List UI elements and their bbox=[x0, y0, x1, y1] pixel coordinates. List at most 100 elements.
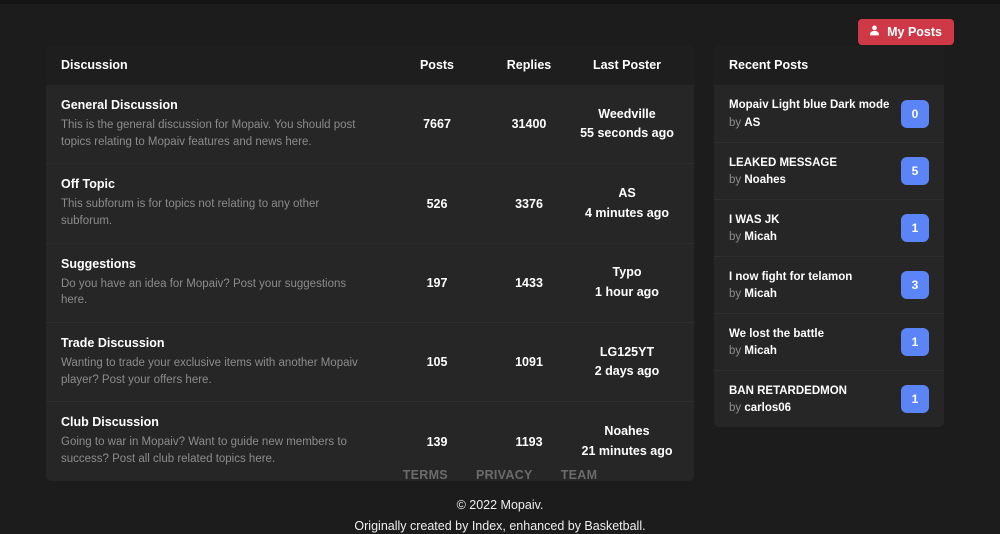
footer-copyright: © 2022 Mopaiv. bbox=[456, 498, 544, 512]
last-poster-cell: Noahes 21 minutes ago bbox=[575, 422, 679, 461]
discussion-description: This subforum is for topics not relating… bbox=[61, 198, 320, 228]
last-poster-cell: Typo 1 hour ago bbox=[575, 263, 679, 302]
discussion-description: Wanting to trade your exclusive items wi… bbox=[61, 357, 358, 386]
author-name: carlos06 bbox=[744, 402, 792, 415]
recent-post-title[interactable]: BAN RETARDEDMON bbox=[729, 384, 847, 398]
footer-link-team[interactable]: TEAM bbox=[561, 468, 598, 482]
recent-post-author: by AS bbox=[729, 117, 889, 129]
reply-count-badge: 5 bbox=[901, 157, 929, 185]
discussion-description: This is the general discussion for Mopai… bbox=[61, 119, 356, 148]
replies-count: 1433 bbox=[515, 275, 543, 290]
discussion-table-body: General Discussion This is the general di… bbox=[46, 85, 694, 481]
last-poster-cell: AS 4 minutes ago bbox=[575, 184, 679, 223]
recent-post-title[interactable]: LEAKED MESSAGE bbox=[729, 156, 837, 170]
last-poster-time: 21 minutes ago bbox=[581, 443, 673, 458]
recent-posts-list: Mopaiv Light blue Dark mode by AS 0 LEAKED … bbox=[714, 85, 944, 427]
recent-post-title[interactable]: Mopaiv Light blue Dark mode bbox=[729, 98, 889, 112]
author-name: Noahes bbox=[744, 174, 786, 187]
recent-post-title[interactable]: I WAS JK bbox=[729, 213, 779, 227]
last-poster-name: Noahes bbox=[604, 424, 650, 439]
author-name: AS bbox=[744, 116, 761, 129]
discussion-cell: Suggestions Do you have an idea for Mopai… bbox=[61, 257, 391, 309]
last-poster-time: 2 days ago bbox=[594, 364, 660, 379]
discussion-title[interactable]: General Discussion bbox=[61, 98, 391, 112]
person-icon bbox=[869, 25, 880, 39]
replies-count: 31400 bbox=[511, 117, 547, 132]
by-label: by bbox=[729, 402, 742, 415]
last-poster-time: 1 hour ago bbox=[595, 284, 659, 299]
replies-count: 3376 bbox=[515, 196, 543, 211]
author-name: Micah bbox=[744, 288, 777, 301]
recent-posts-heading: Recent Posts bbox=[714, 45, 944, 85]
author-name: Micah bbox=[744, 231, 777, 244]
discussion-title[interactable]: Suggestions bbox=[61, 257, 391, 271]
replies-count: 1091 bbox=[515, 355, 543, 370]
posts-count: 197 bbox=[426, 275, 448, 290]
list-item[interactable]: LEAKED MESSAGE by Noahes 5 bbox=[714, 142, 944, 199]
recent-post-text: BAN RETARDEDMON by carlos06 bbox=[729, 384, 855, 414]
list-item[interactable]: Mopaiv Light blue Dark mode by AS 0 bbox=[714, 85, 944, 142]
table-row[interactable]: General Discussion This is the general di… bbox=[46, 85, 694, 163]
column-header-last-poster: Last Poster bbox=[592, 58, 662, 72]
reply-count-badge: 1 bbox=[901, 328, 929, 356]
last-poster-time: 4 minutes ago bbox=[584, 205, 670, 220]
recent-post-title[interactable]: We lost the battle bbox=[729, 327, 824, 341]
list-item[interactable]: We lost the battle by Micah 1 bbox=[714, 313, 944, 370]
posts-count: 526 bbox=[426, 196, 448, 211]
by-label: by bbox=[729, 116, 742, 129]
footer: TERMS PRIVACY TEAM © 2022 Mopaiv. Original… bbox=[0, 468, 1000, 534]
footer-links: TERMS PRIVACY TEAM bbox=[0, 468, 1000, 482]
recent-post-author: by Noahes bbox=[729, 174, 837, 186]
header-actions: My Posts bbox=[858, 19, 954, 45]
reply-count-badge: 1 bbox=[901, 385, 929, 413]
top-strip bbox=[0, 0, 1000, 4]
forum-page: My Posts Discussion Posts Replies Last P… bbox=[0, 0, 1000, 534]
recent-post-author: by Micah bbox=[729, 288, 852, 300]
recent-post-author: by Micah bbox=[729, 345, 824, 357]
last-poster-name: LG125YT bbox=[599, 344, 655, 359]
discussion-table: Discussion Posts Replies Last Poster Gen… bbox=[46, 45, 694, 481]
discussion-title[interactable]: Club Discussion bbox=[61, 415, 391, 429]
footer-link-privacy[interactable]: PRIVACY bbox=[476, 468, 533, 482]
discussion-description: Going to war in Mopaiv? Want to guide ne… bbox=[61, 436, 347, 466]
discussion-description: Do you have an idea for Mopaiv? Post you… bbox=[61, 277, 347, 307]
by-label: by bbox=[729, 345, 742, 358]
list-item[interactable]: I now fight for telamon by Micah 3 bbox=[714, 256, 944, 313]
column-header-posts: Posts bbox=[419, 58, 455, 72]
last-poster-name: AS bbox=[618, 186, 636, 201]
posts-count: 105 bbox=[426, 355, 448, 370]
my-posts-label: My Posts bbox=[887, 24, 942, 39]
list-item[interactable]: I WAS JK by Micah 1 bbox=[714, 199, 944, 256]
column-header-discussion: Discussion bbox=[61, 58, 128, 72]
posts-count: 139 bbox=[426, 434, 448, 449]
table-row[interactable]: Suggestions Do you have an idea for Mopai… bbox=[46, 242, 694, 322]
discussion-cell: Off Topic This subforum is for topics not… bbox=[61, 177, 391, 229]
recent-post-text: Mopaiv Light blue Dark mode by AS bbox=[729, 98, 897, 128]
recent-post-title[interactable]: I now fight for telamon bbox=[729, 270, 852, 284]
list-item[interactable]: BAN RETARDEDMON by carlos06 1 bbox=[714, 370, 944, 427]
recent-post-text: LEAKED MESSAGE by Noahes bbox=[729, 156, 845, 186]
by-label: by bbox=[729, 231, 742, 244]
recent-posts-panel: Recent Posts Mopaiv Light blue Dark mode… bbox=[714, 45, 944, 427]
discussion-table-header: Discussion Posts Replies Last Poster bbox=[46, 45, 694, 85]
last-poster-name: Weedville bbox=[598, 106, 656, 121]
table-row[interactable]: Off Topic This subforum is for topics not… bbox=[46, 163, 694, 242]
replies-count: 1193 bbox=[515, 434, 543, 449]
my-posts-button[interactable]: My Posts bbox=[858, 19, 954, 45]
column-header-replies: Replies bbox=[506, 58, 552, 72]
last-poster-name: Typo bbox=[612, 265, 642, 280]
discussion-title[interactable]: Off Topic bbox=[61, 177, 391, 191]
posts-count: 7667 bbox=[423, 117, 451, 132]
discussion-title[interactable]: Trade Discussion bbox=[61, 336, 391, 350]
recent-post-text: I now fight for telamon by Micah bbox=[729, 270, 860, 300]
reply-count-badge: 1 bbox=[901, 214, 929, 242]
recent-post-author: by carlos06 bbox=[729, 402, 847, 414]
footer-link-terms[interactable]: TERMS bbox=[403, 468, 448, 482]
by-label: by bbox=[729, 174, 742, 187]
table-row[interactable]: Trade Discussion Wanting to trade your ex… bbox=[46, 322, 694, 401]
recent-post-author: by Micah bbox=[729, 231, 779, 243]
reply-count-badge: 3 bbox=[901, 271, 929, 299]
by-label: by bbox=[729, 288, 742, 301]
discussion-cell: General Discussion This is the general di… bbox=[61, 98, 391, 150]
footer-credit: Originally created by Index, enhanced by… bbox=[354, 518, 646, 533]
